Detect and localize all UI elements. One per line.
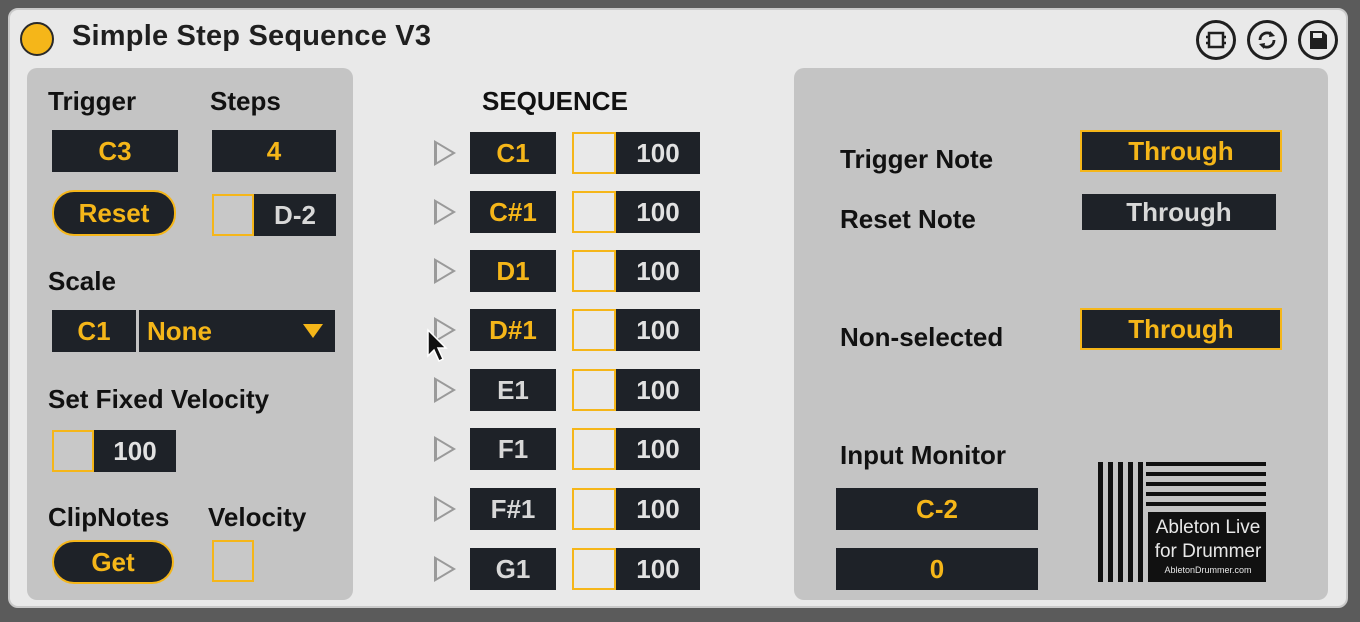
- trigger-note-field[interactable]: C3: [52, 130, 178, 172]
- step-note-field[interactable]: E1: [470, 369, 556, 411]
- non-selected-label: Non-selected: [840, 322, 1004, 352]
- step-note-field[interactable]: F#1: [470, 488, 556, 530]
- device-window: Simple Step Sequence V3 Trigger Steps C3…: [8, 8, 1348, 608]
- logo-line-2: for Drummer: [1154, 541, 1262, 562]
- step-velocity-field[interactable]: 100: [616, 428, 700, 470]
- trigger-note-mode[interactable]: Through: [1080, 130, 1282, 172]
- step-velocity-field[interactable]: 100: [616, 191, 700, 233]
- step-velocity-field[interactable]: 100: [616, 132, 700, 174]
- step-note-field[interactable]: F1: [470, 428, 556, 470]
- get-clipnotes-button[interactable]: Get: [52, 540, 174, 584]
- save-button[interactable]: [1298, 20, 1338, 60]
- refresh-icon: [1258, 31, 1276, 49]
- trigger-label: Trigger: [48, 86, 137, 116]
- logo-line-1: Ableton Live: [1155, 517, 1261, 538]
- logo-line-3: AbletonDrummer.com: [1164, 565, 1252, 575]
- reset-note-toggle[interactable]: [212, 194, 254, 236]
- input-monitor-note: C-2: [836, 488, 1038, 530]
- step-note-field[interactable]: C#1: [470, 191, 556, 233]
- title-bar: Simple Step Sequence V3: [10, 10, 1346, 66]
- input-monitor-label: Input Monitor: [840, 440, 1007, 470]
- step-velocity-field[interactable]: 100: [616, 369, 700, 411]
- step-toggle[interactable]: [572, 191, 616, 233]
- scale-type-value: None: [147, 315, 212, 346]
- reset-note-label: Reset Note: [840, 204, 976, 234]
- step-toggle[interactable]: [572, 369, 616, 411]
- step-note-field[interactable]: D1: [470, 250, 556, 292]
- sequence-header: SEQUENCE: [482, 86, 628, 116]
- dropdown-arrow-icon: [303, 324, 323, 338]
- step-toggle[interactable]: [572, 548, 616, 590]
- step-toggle[interactable]: [572, 132, 616, 174]
- trigger-note-label: Trigger Note: [840, 144, 994, 174]
- step-toggle[interactable]: [572, 309, 616, 351]
- step-toggle[interactable]: [572, 428, 616, 470]
- step-velocity-field[interactable]: 100: [616, 548, 700, 590]
- step-velocity-field[interactable]: 100: [616, 250, 700, 292]
- device-map-icon: [1206, 31, 1226, 49]
- step-play-icon[interactable]: [434, 377, 456, 403]
- velocity-label: Velocity: [208, 502, 307, 532]
- reset-note-field[interactable]: D-2: [254, 194, 336, 236]
- steps-field[interactable]: 4: [212, 130, 336, 172]
- device-title: Simple Step Sequence V3: [72, 20, 432, 52]
- device-power-toggle[interactable]: [20, 22, 54, 56]
- fixed-velocity-field[interactable]: 100: [94, 430, 176, 472]
- step-velocity-field[interactable]: 100: [616, 309, 700, 351]
- scale-type-dropdown[interactable]: None: [139, 310, 335, 352]
- ableton-drummer-logo: Ableton Live for Drummer AbletonDrummer.…: [1098, 462, 1268, 586]
- clipnotes-label: ClipNotes: [48, 502, 170, 532]
- fixed-velocity-toggle[interactable]: [52, 430, 94, 472]
- step-play-icon[interactable]: [434, 556, 456, 582]
- reset-note-mode[interactable]: Through: [1082, 194, 1276, 230]
- device-map-button[interactable]: [1196, 20, 1236, 60]
- steps-label: Steps: [210, 86, 281, 116]
- step-note-field[interactable]: C1: [470, 132, 556, 174]
- input-monitor-velocity: 0: [836, 548, 1038, 590]
- save-icon: [1310, 31, 1327, 49]
- reset-button[interactable]: Reset: [52, 190, 176, 236]
- step-play-icon[interactable]: [434, 258, 456, 284]
- refresh-button[interactable]: [1247, 20, 1287, 60]
- step-play-icon[interactable]: [434, 436, 456, 462]
- step-play-icon[interactable]: [434, 199, 456, 225]
- fixed-velocity-label: Set Fixed Velocity: [48, 384, 270, 414]
- clipnotes-velocity-toggle[interactable]: [212, 540, 254, 582]
- logo-text: Ableton Live for Drummer AbletonDrummer.…: [1150, 516, 1266, 576]
- step-play-icon[interactable]: [434, 496, 456, 522]
- mouse-cursor-icon: [427, 328, 448, 363]
- step-toggle[interactable]: [572, 250, 616, 292]
- step-play-icon[interactable]: [434, 140, 456, 166]
- step-note-field[interactable]: D#1: [470, 309, 556, 351]
- non-selected-mode[interactable]: Through: [1080, 308, 1282, 350]
- scale-label: Scale: [48, 266, 116, 296]
- scale-root-field[interactable]: C1: [52, 310, 136, 352]
- step-velocity-field[interactable]: 100: [616, 488, 700, 530]
- step-note-field[interactable]: G1: [470, 548, 556, 590]
- step-toggle[interactable]: [572, 488, 616, 530]
